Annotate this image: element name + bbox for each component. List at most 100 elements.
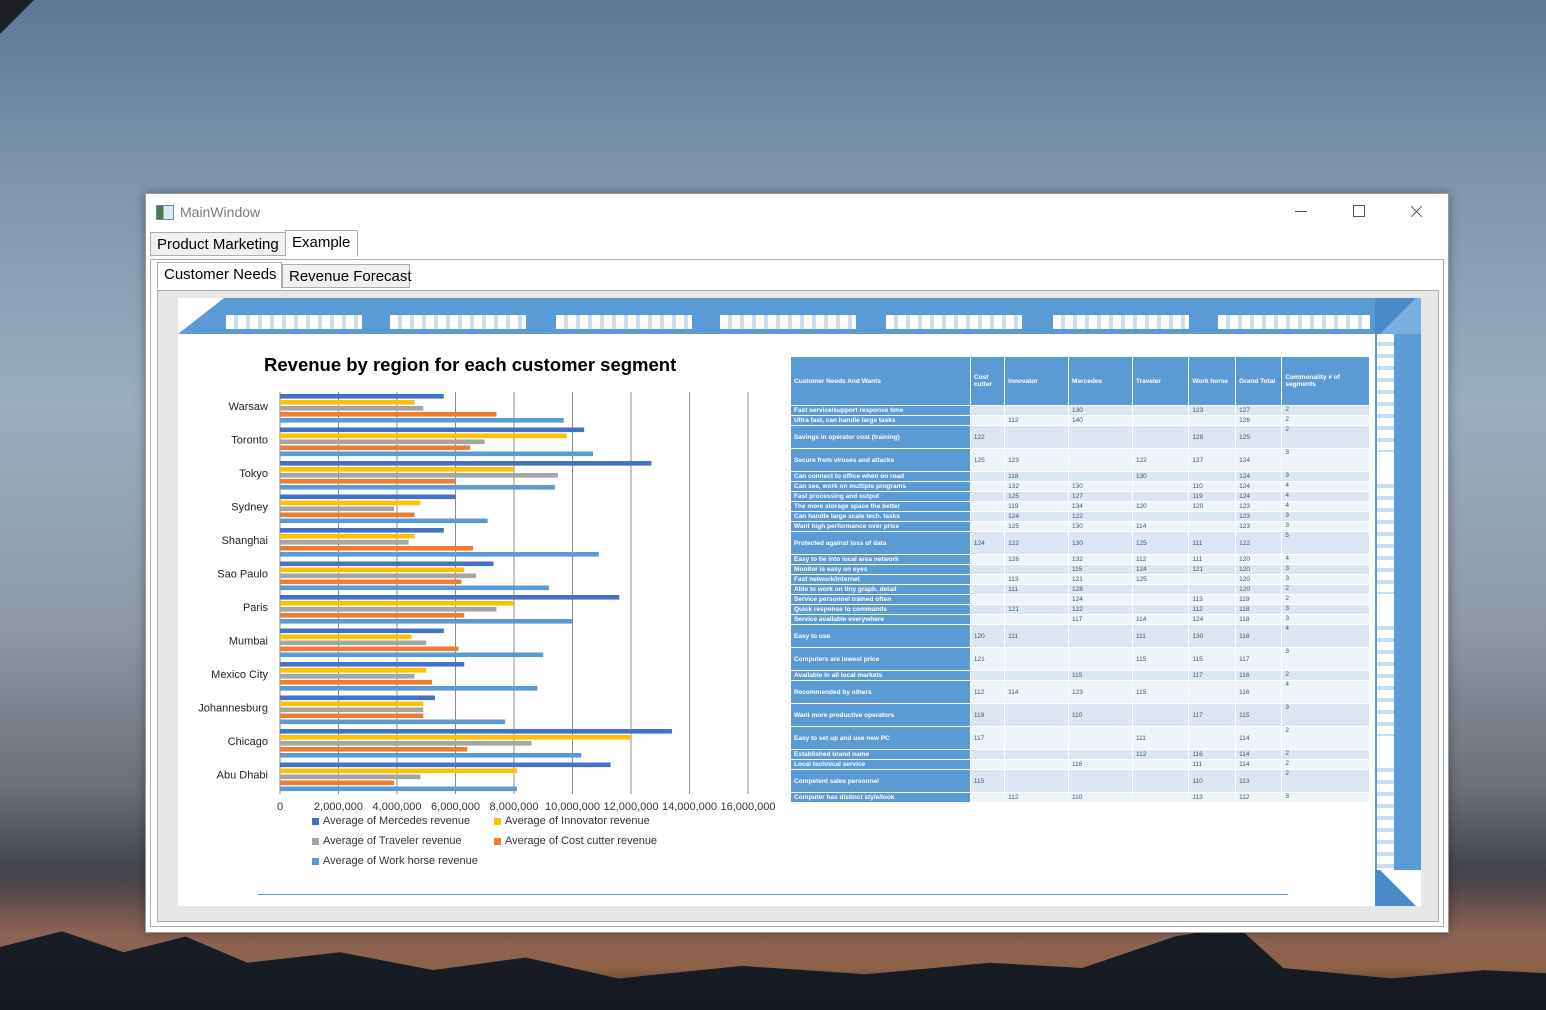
table-cell: 130 (1068, 531, 1133, 555)
table-cell (969, 749, 1006, 760)
bar (280, 394, 444, 399)
chart-plot: 0 2,000,000 4,000,000 6,000,000 8,000,000 10,… (198, 392, 776, 813)
table-cell: 110 (1188, 769, 1237, 793)
category-label: Johannesburg (198, 703, 268, 715)
table-cell: 3 (1281, 521, 1370, 532)
bar (280, 573, 476, 579)
table-cell (1188, 471, 1237, 482)
tab-revenue-forecast[interactable]: Revenue Forecast (282, 264, 412, 288)
bar (280, 473, 558, 478)
table-cell: 125 (1004, 491, 1070, 502)
need-label: Easy to set up and use new PC (790, 726, 971, 750)
table-cell (1188, 680, 1237, 704)
table-cell: 116 (1068, 759, 1133, 770)
table-row: Able to work on tiny graph. detail 111 128… (790, 584, 1370, 595)
table-cell: 3 (1281, 564, 1370, 575)
frame-pattern (1218, 315, 1370, 329)
table-cell (1131, 594, 1190, 605)
bar (280, 467, 514, 472)
table-cell: 4 (1281, 680, 1370, 704)
table-cell: 3 (1281, 511, 1370, 522)
x-tick-label: 10,000,000 (545, 801, 600, 813)
bar (280, 640, 427, 646)
tab-customer-needs[interactable]: Customer Needs (157, 262, 282, 289)
maximize-button[interactable] (1336, 194, 1382, 228)
frame-pattern (1377, 760, 1394, 870)
example-tab-panel: Customer Needs Revenue Forecast Revenue … (150, 259, 1444, 927)
bar (280, 512, 415, 518)
frame-bottom-line (258, 894, 1288, 895)
table-cell (969, 594, 1006, 605)
table-row: The more storage space the better 119 134 1… (790, 501, 1370, 512)
bar (280, 439, 485, 445)
bar (280, 619, 573, 624)
need-label: Want high performance over price (790, 521, 971, 532)
desktop-corner-shape (0, 0, 34, 34)
table-header-row: Customer Needs And Wants Cost cutter Innov… (790, 356, 1370, 406)
frame-top-left-corner (178, 298, 224, 334)
table-row: Can see, work on multiple programs 132 130… (790, 481, 1370, 492)
need-label: Protected against loss of data (790, 531, 971, 555)
table-cell: 132 (1068, 554, 1133, 565)
table-header-cell: Commonality # of segments (1281, 356, 1370, 406)
table-cell: 118 (1235, 604, 1283, 615)
table-cell: 126 (1004, 554, 1070, 565)
table-cell: 121 (1188, 564, 1237, 575)
table-row: Want high performance over price 125 130 11… (790, 521, 1370, 532)
table-cell (969, 471, 1006, 482)
bar (280, 613, 465, 618)
table-cell: 126 (1235, 415, 1283, 426)
table-cell (969, 511, 1006, 522)
table-cell: 111 (1131, 726, 1190, 750)
table-cell: 114 (1131, 521, 1190, 532)
table-cell (1131, 670, 1190, 681)
table-cell (1004, 614, 1070, 625)
table-cell: 124 (1004, 511, 1070, 522)
bar (280, 485, 555, 490)
table-cell: 3 (1281, 703, 1370, 727)
table-cell: 125 (1235, 425, 1283, 449)
table-cell: 120 (1235, 584, 1283, 595)
need-label: Computer has distinct style/look (790, 792, 971, 803)
need-label: The more storage space the better (790, 501, 971, 512)
table-cell: 118 (1235, 614, 1283, 625)
table-cell: 124 (969, 531, 1006, 555)
table-cell: 116 (1235, 680, 1283, 704)
frame-corner-bottom-right (1375, 870, 1421, 906)
need-label: Established brand name (790, 749, 971, 760)
table-cell (1188, 574, 1237, 585)
table-cell (1068, 749, 1133, 760)
title-bar[interactable]: MainWindow (146, 194, 1448, 230)
bar (280, 768, 517, 774)
tab-product-marketing[interactable]: Product Marketing (150, 232, 286, 256)
table-cell (1131, 769, 1190, 793)
close-button[interactable] (1394, 194, 1440, 228)
need-label: Ultra fast, can handle large tasks (790, 415, 971, 426)
table-cell (969, 491, 1006, 502)
frame-pattern (886, 315, 1022, 329)
table-row: Easy to use 120 111 111 130 118 4 (790, 624, 1370, 648)
bar (280, 400, 415, 405)
legend-label: Average of Traveler revenue (323, 835, 462, 847)
table-cell (969, 670, 1006, 681)
table-cell: 111 (1188, 759, 1237, 770)
table-cell: 117 (1188, 703, 1237, 727)
tab-example[interactable]: Example (285, 230, 358, 257)
table-cell: 4 (1281, 491, 1370, 502)
legend-label: Average of Cost cutter revenue (505, 835, 658, 847)
table-cell: 3 (1281, 604, 1370, 615)
need-label: Service available everywhere (790, 614, 971, 625)
table-cell (1068, 425, 1133, 449)
table-cell (1004, 425, 1070, 449)
table-row: Computers are lowest price 121 115 115 117 3 (790, 647, 1370, 671)
table-cell: 116 (1235, 670, 1283, 681)
bar (280, 506, 395, 512)
table-cell: 5 (1281, 531, 1370, 555)
table-cell (1068, 471, 1133, 482)
need-label: Can handle large scale tech. tasks (790, 511, 971, 522)
table-cell (1188, 521, 1237, 532)
minimize-button[interactable] (1278, 194, 1324, 228)
bar (280, 719, 506, 725)
table-header-cell: Customer Needs And Wants (790, 356, 971, 406)
bar (280, 561, 494, 567)
